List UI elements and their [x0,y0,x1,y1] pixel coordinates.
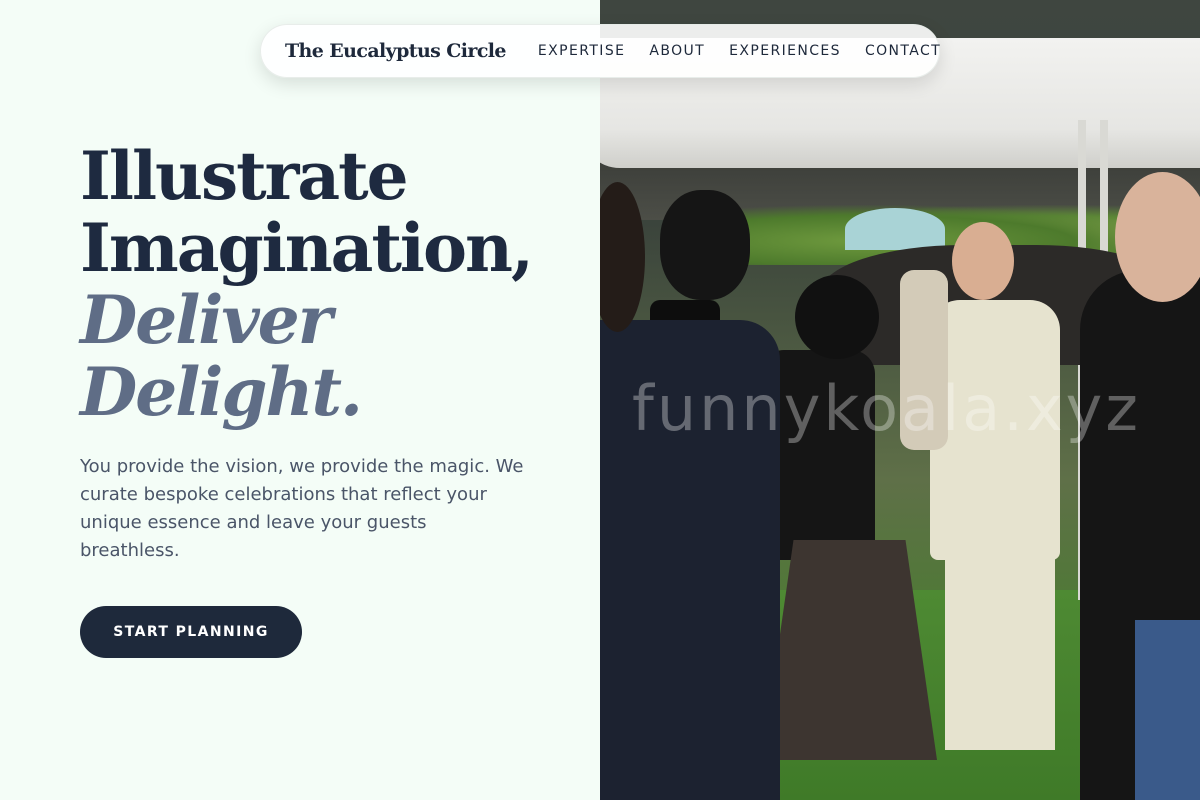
nav-links: EXPERTISE ABOUT EXPERIENCES CONTACT [538,43,941,59]
brand-logo[interactable]: The Eucalyptus Circle [285,40,507,62]
distant-tent [845,208,945,250]
person-cream-trousers [945,540,1055,750]
nav-link-expertise[interactable]: EXPERTISE [538,43,625,59]
headline-line-2: Imagination, [80,209,534,287]
hero-photo: funnykoala.xyz [600,0,1200,800]
headline-line-3: Deliver [80,281,332,359]
nav-link-contact[interactable]: CONTACT [865,43,941,59]
person-head [1115,172,1200,302]
nav-link-experiences[interactable]: EXPERIENCES [729,43,841,59]
person-jeans [1135,620,1200,800]
photographer-head [660,190,750,300]
top-nav: The Eucalyptus Circle EXPERTISE ABOUT EX… [260,24,940,78]
start-planning-button[interactable]: START PLANNING [80,606,302,658]
headline-line-1: Illustrate [80,137,409,215]
watermark: funnykoala.xyz [632,372,1141,445]
hero-text-panel: Illustrate Imagination, Deliver Delight.… [0,0,600,800]
hero-description: You provide the vision, we provide the m… [80,456,524,561]
person-head [952,222,1014,300]
page: Illustrate Imagination, Deliver Delight.… [0,0,1200,800]
hero-headline: Illustrate Imagination, Deliver Delight. [80,137,534,431]
nav-link-about[interactable]: ABOUT [649,43,705,59]
person-skirt [762,540,937,760]
person-head [795,275,879,359]
headline-line-4: Delight. [80,353,363,431]
